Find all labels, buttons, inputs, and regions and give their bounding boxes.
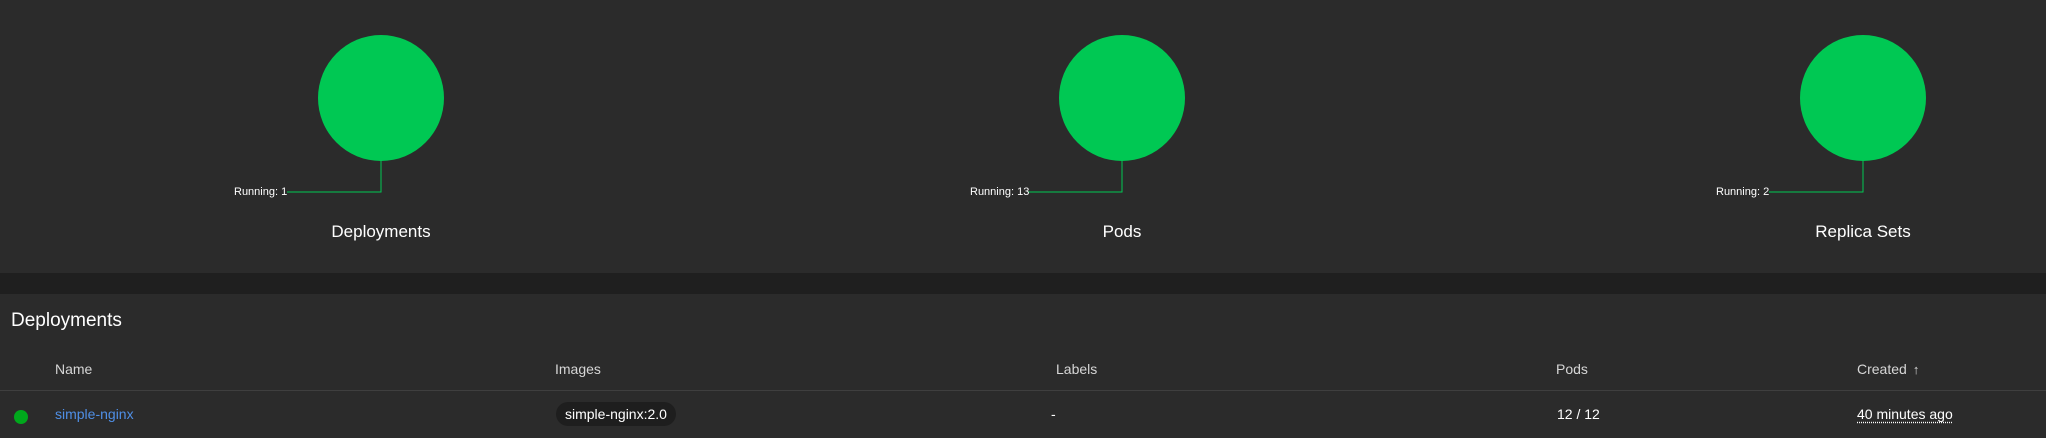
- image-chip: simple-nginx:2.0: [556, 402, 676, 426]
- pods-cell: 12 / 12: [1557, 406, 1600, 422]
- deployments-chart: Running: 1 Deployments: [231, 0, 531, 273]
- deployments-card: Deployments Name Images Labels Pods Crea…: [0, 294, 2046, 438]
- chart-title: Replica Sets: [1815, 222, 1911, 241]
- column-header-pods: Pods: [1556, 361, 1588, 377]
- column-header-labels: Labels: [1056, 361, 1098, 377]
- section-gap: [0, 273, 2046, 294]
- card-title: Deployments: [11, 310, 122, 331]
- legend-connector: [1769, 161, 1864, 193]
- pods-chart: Running: 13 Pods: [970, 0, 1272, 273]
- column-header-images: Images: [555, 361, 601, 377]
- chart-title: Deployments: [331, 222, 431, 241]
- column-header-created-label: Created: [1857, 361, 1907, 377]
- created-cell: 40 minutes ago: [1857, 406, 1953, 422]
- column-header-name[interactable]: Name: [55, 361, 92, 377]
- deployment-name-link[interactable]: simple-nginx: [55, 406, 134, 422]
- running-legend: Running: 1: [234, 186, 288, 198]
- running-slice: [1800, 35, 1926, 161]
- running-legend: Running: 2: [1716, 186, 1770, 198]
- chart-title: Pods: [1102, 222, 1142, 241]
- legend-connector: [287, 161, 382, 193]
- running-legend: Running: 13: [970, 186, 1030, 198]
- running-slice: [1059, 35, 1185, 161]
- labels-cell: -: [1051, 406, 1056, 422]
- running-slice: [318, 35, 444, 161]
- replica-sets-chart: Running: 2 Replica Sets: [1713, 0, 2013, 273]
- legend-connector: [1028, 161, 1123, 193]
- workloads-status: Running: 1 Deployments Running: 13 Pods …: [0, 0, 2046, 273]
- arrow-up-icon[interactable]: ↑: [1913, 362, 1920, 377]
- header-divider: [0, 390, 2046, 391]
- status-ok-icon: [14, 410, 28, 424]
- column-header-created[interactable]: Created ↑: [1857, 361, 1919, 377]
